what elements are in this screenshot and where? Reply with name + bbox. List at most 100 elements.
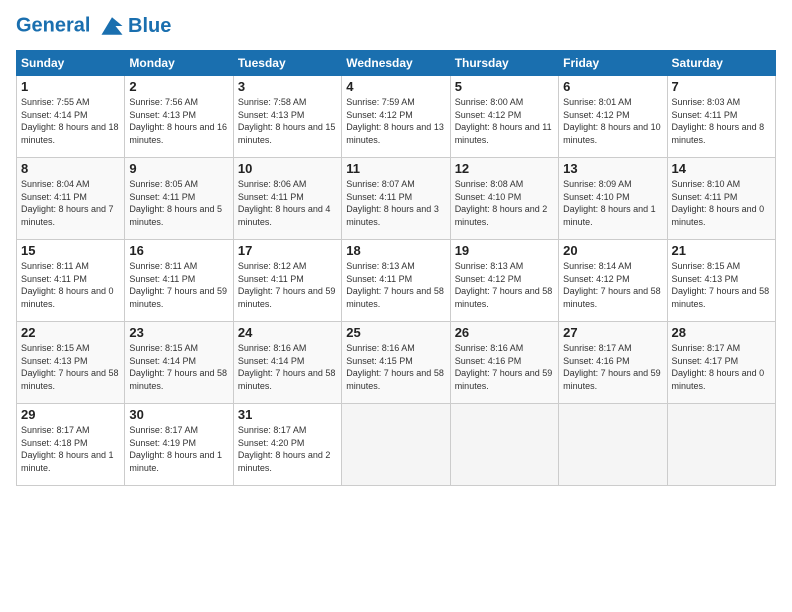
day-info: Sunrise: 8:01 AMSunset: 4:12 PMDaylight:…: [563, 97, 661, 145]
day-info: Sunrise: 8:13 AMSunset: 4:12 PMDaylight:…: [455, 261, 553, 309]
day-info: Sunrise: 8:00 AMSunset: 4:12 PMDaylight:…: [455, 97, 552, 145]
day-info: Sunrise: 8:15 AMSunset: 4:13 PMDaylight:…: [672, 261, 770, 309]
calendar-container: General Blue SundayMondayTuesdayWednesda…: [0, 0, 792, 494]
day-number: 23: [129, 325, 228, 340]
day-number: 11: [346, 161, 445, 176]
day-number: 21: [672, 243, 771, 258]
day-info: Sunrise: 7:59 AMSunset: 4:12 PMDaylight:…: [346, 97, 444, 145]
calendar-cell: [667, 404, 775, 486]
col-header-monday: Monday: [125, 51, 233, 76]
day-info: Sunrise: 8:05 AMSunset: 4:11 PMDaylight:…: [129, 179, 222, 227]
day-info: Sunrise: 7:58 AMSunset: 4:13 PMDaylight:…: [238, 97, 336, 145]
day-number: 1: [21, 79, 120, 94]
day-info: Sunrise: 8:17 AMSunset: 4:20 PMDaylight:…: [238, 425, 331, 473]
day-number: 29: [21, 407, 120, 422]
day-info: Sunrise: 8:17 AMSunset: 4:19 PMDaylight:…: [129, 425, 222, 473]
day-number: 13: [563, 161, 662, 176]
day-number: 9: [129, 161, 228, 176]
calendar-table: SundayMondayTuesdayWednesdayThursdayFrid…: [16, 50, 776, 486]
day-info: Sunrise: 8:06 AMSunset: 4:11 PMDaylight:…: [238, 179, 331, 227]
col-header-friday: Friday: [559, 51, 667, 76]
calendar-cell: 23 Sunrise: 8:15 AMSunset: 4:14 PMDaylig…: [125, 322, 233, 404]
logo-icon: [98, 12, 126, 40]
calendar-cell: [450, 404, 558, 486]
col-header-saturday: Saturday: [667, 51, 775, 76]
week-row-2: 8 Sunrise: 8:04 AMSunset: 4:11 PMDayligh…: [17, 158, 776, 240]
logo: General Blue: [16, 12, 171, 40]
day-number: 12: [455, 161, 554, 176]
calendar-cell: 11 Sunrise: 8:07 AMSunset: 4:11 PMDaylig…: [342, 158, 450, 240]
col-header-sunday: Sunday: [17, 51, 125, 76]
calendar-cell: 30 Sunrise: 8:17 AMSunset: 4:19 PMDaylig…: [125, 404, 233, 486]
calendar-cell: 10 Sunrise: 8:06 AMSunset: 4:11 PMDaylig…: [233, 158, 341, 240]
calendar-cell: 17 Sunrise: 8:12 AMSunset: 4:11 PMDaylig…: [233, 240, 341, 322]
calendar-cell: 8 Sunrise: 8:04 AMSunset: 4:11 PMDayligh…: [17, 158, 125, 240]
day-info: Sunrise: 8:13 AMSunset: 4:11 PMDaylight:…: [346, 261, 444, 309]
day-number: 2: [129, 79, 228, 94]
logo-blue: Blue: [128, 15, 171, 38]
week-row-3: 15 Sunrise: 8:11 AMSunset: 4:11 PMDaylig…: [17, 240, 776, 322]
calendar-cell: 12 Sunrise: 8:08 AMSunset: 4:10 PMDaylig…: [450, 158, 558, 240]
col-header-thursday: Thursday: [450, 51, 558, 76]
day-info: Sunrise: 8:14 AMSunset: 4:12 PMDaylight:…: [563, 261, 661, 309]
day-number: 24: [238, 325, 337, 340]
calendar-cell: [559, 404, 667, 486]
day-info: Sunrise: 8:17 AMSunset: 4:18 PMDaylight:…: [21, 425, 114, 473]
day-number: 27: [563, 325, 662, 340]
day-number: 20: [563, 243, 662, 258]
calendar-cell: 5 Sunrise: 8:00 AMSunset: 4:12 PMDayligh…: [450, 76, 558, 158]
day-info: Sunrise: 8:07 AMSunset: 4:11 PMDaylight:…: [346, 179, 439, 227]
day-info: Sunrise: 8:04 AMSunset: 4:11 PMDaylight:…: [21, 179, 114, 227]
day-number: 14: [672, 161, 771, 176]
calendar-cell: 29 Sunrise: 8:17 AMSunset: 4:18 PMDaylig…: [17, 404, 125, 486]
calendar-cell: 14 Sunrise: 8:10 AMSunset: 4:11 PMDaylig…: [667, 158, 775, 240]
calendar-cell: 25 Sunrise: 8:16 AMSunset: 4:15 PMDaylig…: [342, 322, 450, 404]
day-number: 8: [21, 161, 120, 176]
day-number: 16: [129, 243, 228, 258]
calendar-cell: 4 Sunrise: 7:59 AMSunset: 4:12 PMDayligh…: [342, 76, 450, 158]
col-header-wednesday: Wednesday: [342, 51, 450, 76]
calendar-cell: 16 Sunrise: 8:11 AMSunset: 4:11 PMDaylig…: [125, 240, 233, 322]
day-info: Sunrise: 8:16 AMSunset: 4:15 PMDaylight:…: [346, 343, 444, 391]
day-number: 5: [455, 79, 554, 94]
calendar-cell: 7 Sunrise: 8:03 AMSunset: 4:11 PMDayligh…: [667, 76, 775, 158]
week-row-5: 29 Sunrise: 8:17 AMSunset: 4:18 PMDaylig…: [17, 404, 776, 486]
day-info: Sunrise: 8:11 AMSunset: 4:11 PMDaylight:…: [129, 261, 227, 309]
day-number: 4: [346, 79, 445, 94]
day-number: 18: [346, 243, 445, 258]
calendar-cell: 1 Sunrise: 7:55 AMSunset: 4:14 PMDayligh…: [17, 76, 125, 158]
day-info: Sunrise: 8:12 AMSunset: 4:11 PMDaylight:…: [238, 261, 336, 309]
calendar-cell: 2 Sunrise: 7:56 AMSunset: 4:13 PMDayligh…: [125, 76, 233, 158]
calendar-cell: 13 Sunrise: 8:09 AMSunset: 4:10 PMDaylig…: [559, 158, 667, 240]
day-number: 28: [672, 325, 771, 340]
calendar-cell: 3 Sunrise: 7:58 AMSunset: 4:13 PMDayligh…: [233, 76, 341, 158]
day-number: 25: [346, 325, 445, 340]
day-number: 31: [238, 407, 337, 422]
day-info: Sunrise: 8:16 AMSunset: 4:14 PMDaylight:…: [238, 343, 336, 391]
calendar-cell: 18 Sunrise: 8:13 AMSunset: 4:11 PMDaylig…: [342, 240, 450, 322]
day-info: Sunrise: 8:10 AMSunset: 4:11 PMDaylight:…: [672, 179, 765, 227]
calendar-cell: 21 Sunrise: 8:15 AMSunset: 4:13 PMDaylig…: [667, 240, 775, 322]
day-number: 19: [455, 243, 554, 258]
day-number: 7: [672, 79, 771, 94]
day-number: 22: [21, 325, 120, 340]
day-info: Sunrise: 8:16 AMSunset: 4:16 PMDaylight:…: [455, 343, 553, 391]
day-number: 15: [21, 243, 120, 258]
day-info: Sunrise: 7:55 AMSunset: 4:14 PMDaylight:…: [21, 97, 119, 145]
week-row-1: 1 Sunrise: 7:55 AMSunset: 4:14 PMDayligh…: [17, 76, 776, 158]
day-info: Sunrise: 8:09 AMSunset: 4:10 PMDaylight:…: [563, 179, 656, 227]
calendar-cell: [342, 404, 450, 486]
day-info: Sunrise: 8:17 AMSunset: 4:17 PMDaylight:…: [672, 343, 765, 391]
calendar-cell: 19 Sunrise: 8:13 AMSunset: 4:12 PMDaylig…: [450, 240, 558, 322]
logo-general: General: [16, 14, 90, 36]
day-info: Sunrise: 8:03 AMSunset: 4:11 PMDaylight:…: [672, 97, 765, 145]
calendar-cell: 6 Sunrise: 8:01 AMSunset: 4:12 PMDayligh…: [559, 76, 667, 158]
calendar-cell: 15 Sunrise: 8:11 AMSunset: 4:11 PMDaylig…: [17, 240, 125, 322]
calendar-cell: 28 Sunrise: 8:17 AMSunset: 4:17 PMDaylig…: [667, 322, 775, 404]
day-number: 26: [455, 325, 554, 340]
day-info: Sunrise: 8:17 AMSunset: 4:16 PMDaylight:…: [563, 343, 661, 391]
day-number: 3: [238, 79, 337, 94]
header: General Blue: [16, 12, 776, 40]
day-number: 17: [238, 243, 337, 258]
week-row-4: 22 Sunrise: 8:15 AMSunset: 4:13 PMDaylig…: [17, 322, 776, 404]
